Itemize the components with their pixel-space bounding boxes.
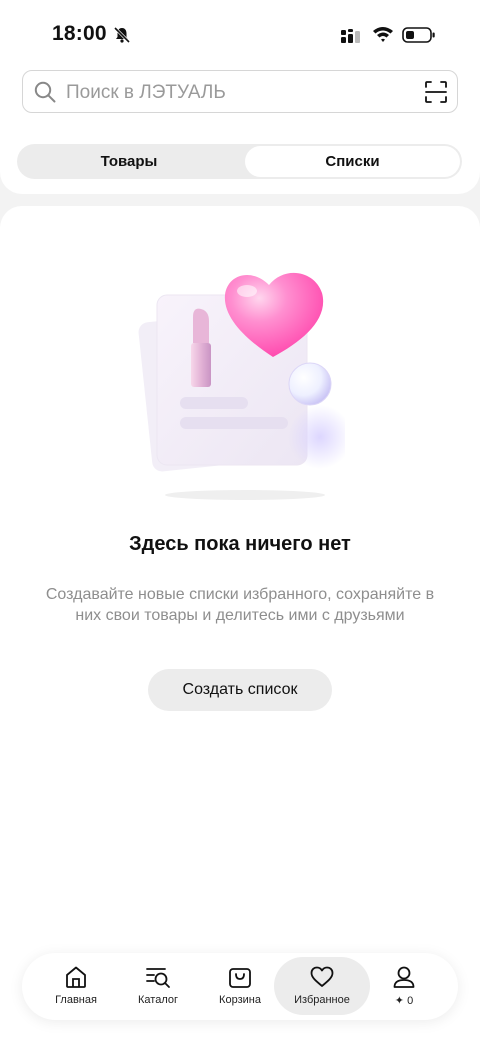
bell-off-icon xyxy=(113,26,131,44)
search-icon xyxy=(34,81,56,103)
wifi-icon xyxy=(373,27,393,42)
cellular-signal-icon xyxy=(341,29,360,43)
nav-item-profile[interactable]: ✦ 0 xyxy=(362,957,446,1015)
catalog-icon xyxy=(146,968,170,988)
nav-item-home[interactable]: Главная xyxy=(34,957,118,1015)
barcode-scan-icon[interactable] xyxy=(424,80,448,104)
nav-item-cart[interactable]: Корзина xyxy=(198,957,282,1015)
empty-state-title: Здесь пока ничего нет xyxy=(129,533,351,555)
bottom-navigation: Главная Каталог Корзина Избранное ✦ 0 xyxy=(22,953,458,1020)
status-bar: 18:00 xyxy=(0,0,480,70)
empty-wishlist-illustration xyxy=(138,272,345,500)
status-time: 18:00 xyxy=(52,22,107,45)
nav-item-catalog[interactable]: Каталог xyxy=(116,957,200,1015)
tab-lists[interactable]: Списки xyxy=(245,146,460,177)
search-placeholder: Поиск в ЛЭТУАЛЬ xyxy=(66,82,226,103)
create-list-button[interactable]: Создать список xyxy=(148,669,332,711)
segmented-control: Товары Списки xyxy=(17,144,462,179)
nav-item-favorites[interactable]: Избранное xyxy=(274,957,370,1015)
header: 18:00 Поиск в ЛЭТУАЛЬ Товары Списки xyxy=(0,0,480,194)
nav-label-profile: ✦ 0 xyxy=(394,995,414,1007)
empty-state-description: Создавайте новые списки избранного, сохр… xyxy=(45,586,435,624)
nav-label-cart: Корзина xyxy=(219,994,261,1006)
nav-label-favorites: Избранное xyxy=(294,994,350,1006)
nav-label-catalog: Каталог xyxy=(138,994,178,1006)
tab-products[interactable]: Товары xyxy=(19,146,239,177)
profile-icon xyxy=(393,966,415,988)
home-icon xyxy=(66,966,86,988)
search-input[interactable]: Поиск в ЛЭТУАЛЬ xyxy=(22,70,458,113)
nav-label-home: Главная xyxy=(55,994,97,1006)
battery-icon xyxy=(402,27,435,43)
heart-icon xyxy=(310,966,334,987)
cart-icon xyxy=(229,968,251,988)
